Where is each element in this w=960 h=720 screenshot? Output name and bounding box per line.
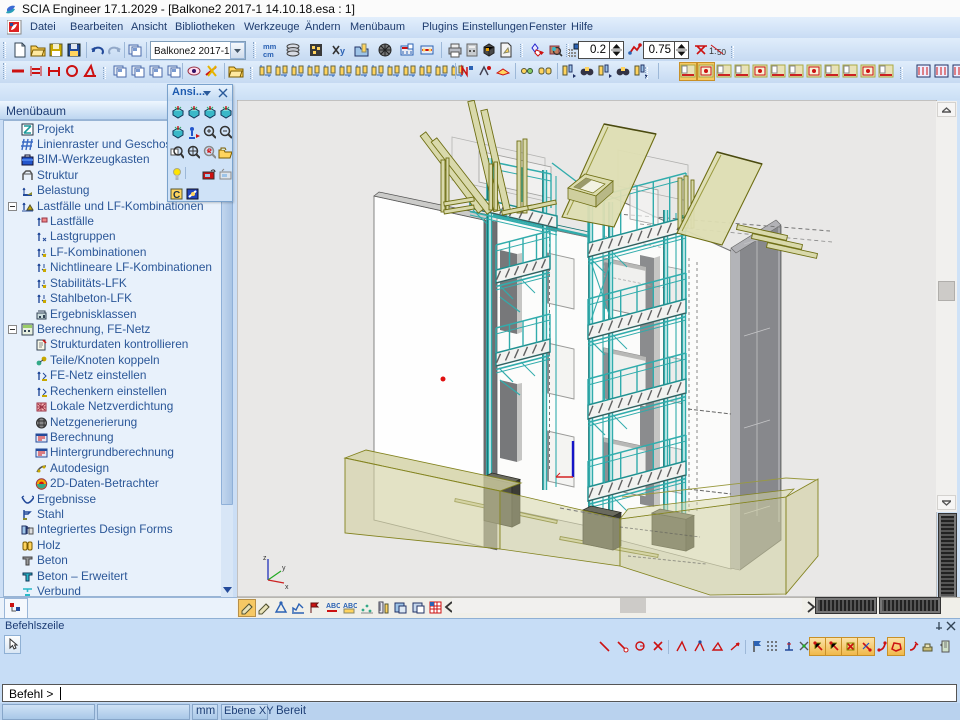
svg-text:C: C	[173, 190, 180, 201]
svg-text:x: x	[285, 584, 289, 591]
svg-text:1:: 1:	[709, 46, 717, 56]
svg-text:ABC: ABC	[326, 603, 340, 610]
svg-text:z: z	[263, 555, 267, 562]
svg-text:y: y	[282, 565, 286, 572]
svg-text:y: y	[340, 46, 345, 56]
svg-text:cm: cm	[263, 50, 274, 58]
